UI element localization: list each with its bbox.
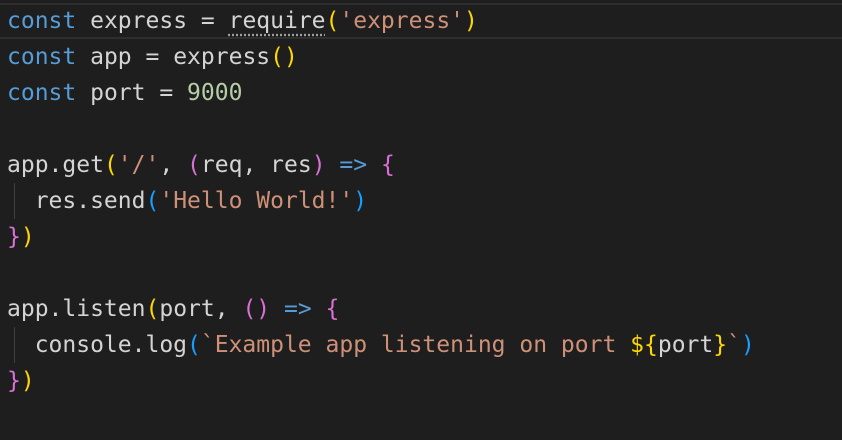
- token: app.listen: [7, 296, 146, 322]
- token: (: [103, 152, 118, 178]
- code-line-9[interactable]: app.listen(port, () => {: [0, 291, 842, 327]
- code-line-2[interactable]: const app = express(): [0, 39, 842, 75]
- code-editor[interactable]: const express = require('express') const…: [0, 0, 842, 440]
- code-line-11[interactable]: }): [0, 363, 842, 399]
- token: port: [657, 332, 714, 358]
- token: const: [7, 44, 77, 70]
- token: res.send: [7, 188, 146, 214]
- token: ): [20, 224, 35, 250]
- token: =>: [325, 152, 381, 178]
- token: req: [200, 152, 243, 178]
- code-line-10[interactable]: console.log(`Example app listening on po…: [0, 327, 842, 363]
- code-line-1[interactable]: const express = require('express'): [0, 3, 842, 39]
- token: ): [20, 368, 35, 394]
- token: (: [187, 152, 201, 178]
- code-line-7[interactable]: }): [0, 219, 842, 255]
- token: =: [145, 80, 188, 106]
- code-line-4[interactable]: [0, 111, 842, 147]
- token-require: require: [228, 8, 326, 34]
- indent-guide: [14, 183, 15, 219]
- token: express: [173, 44, 271, 70]
- code-line-3[interactable]: const port = 9000: [0, 75, 842, 111]
- indent-guide: [14, 327, 15, 363]
- token: =: [187, 8, 229, 34]
- token: (): [242, 296, 271, 322]
- token: (: [187, 332, 201, 358]
- token: (: [145, 296, 160, 322]
- code-line-8[interactable]: [0, 255, 842, 291]
- token: `: [727, 332, 741, 358]
- token: ): [353, 188, 368, 214]
- token: (: [325, 8, 340, 34]
- token: ,: [159, 152, 188, 178]
- token: port: [90, 80, 146, 106]
- token: 'Hello World!': [159, 188, 354, 214]
- token: app.get: [7, 152, 104, 178]
- token: =>: [270, 296, 326, 322]
- token: ,: [214, 296, 243, 322]
- token: {: [380, 152, 395, 178]
- token: port: [159, 296, 215, 322]
- token: ): [311, 152, 326, 178]
- token: `Example app listening on port: [200, 332, 631, 358]
- token: ${: [630, 332, 658, 358]
- token: }: [7, 368, 21, 394]
- token: app: [90, 44, 132, 70]
- token: '/': [117, 152, 160, 178]
- token: res: [270, 152, 312, 178]
- code-line-5[interactable]: app.get('/', (req, res) => {: [0, 147, 842, 183]
- token: {: [325, 296, 340, 322]
- token: (): [270, 44, 298, 70]
- token: (: [145, 188, 160, 214]
- token: 9000: [187, 80, 243, 106]
- code-line-6[interactable]: res.send('Hello World!'): [0, 183, 842, 219]
- token: const: [7, 80, 77, 106]
- token: console.log: [7, 332, 188, 358]
- token: ): [464, 8, 478, 34]
- token: }: [7, 224, 21, 250]
- token: 'express': [339, 8, 465, 34]
- code-line-12[interactable]: [0, 399, 842, 435]
- token: const: [7, 8, 77, 34]
- token: }: [713, 332, 728, 358]
- token: ): [740, 332, 755, 358]
- token: ,: [242, 152, 271, 178]
- token: =: [131, 44, 174, 70]
- token: express: [90, 8, 188, 34]
